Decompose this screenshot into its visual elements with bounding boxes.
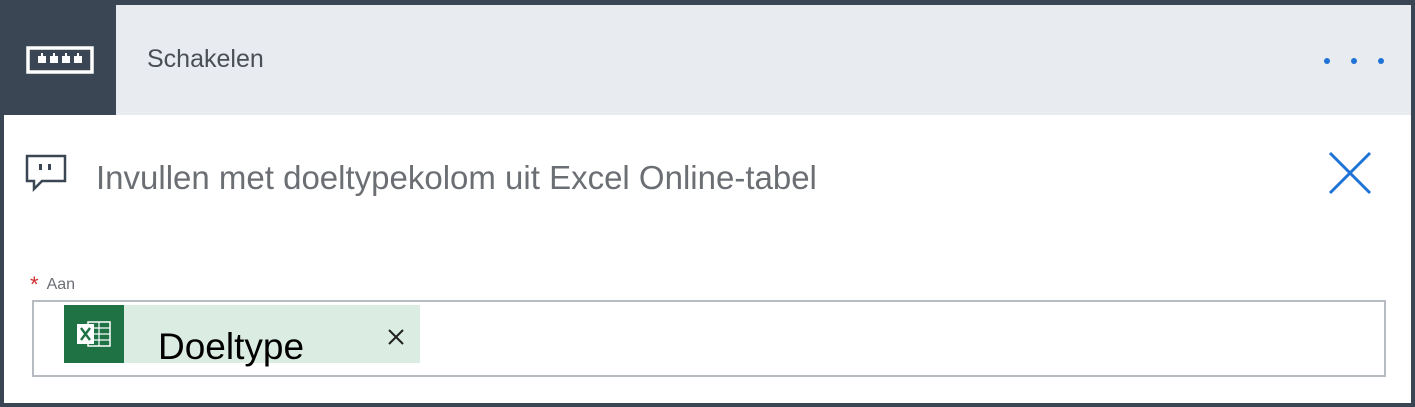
required-mark: * (30, 272, 39, 297)
excel-icon-box (64, 305, 124, 363)
excel-icon (77, 321, 111, 347)
card-header[interactable]: Schakelen (4, 5, 1411, 115)
more-dot (1351, 58, 1357, 64)
action-title: Invullen met doeltypekolom uit Excel Onl… (96, 159, 817, 196)
more-dot (1378, 58, 1384, 64)
dynamic-content-token[interactable]: Doeltype (64, 305, 420, 367)
comment-icon (25, 154, 67, 193)
remove-icon[interactable] (386, 327, 406, 347)
more-options-icon[interactable] (1324, 43, 1384, 79)
switch-card: Schakelen Invullen met doeltypekolom uit… (0, 0, 1415, 407)
field-label: * Aan (30, 272, 75, 298)
close-icon[interactable] (1326, 149, 1374, 197)
field-label-text: Aan (46, 276, 76, 293)
header-icon-box (4, 5, 116, 115)
aan-input[interactable]: Doeltype (32, 300, 1386, 377)
token-label: Doeltype (158, 326, 305, 367)
header-title: Schakelen (147, 45, 264, 73)
switch-icon (26, 46, 94, 74)
more-dot (1324, 58, 1330, 64)
